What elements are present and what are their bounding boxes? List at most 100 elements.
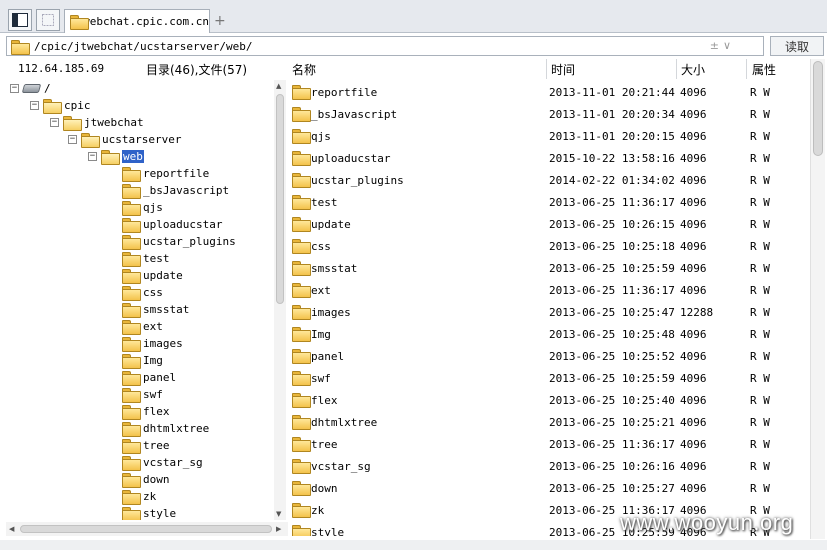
tree-node-ext[interactable]: ext [122, 318, 163, 335]
tree-node-label: vcstar_sg [143, 456, 203, 469]
folder-icon [292, 437, 311, 452]
table-row[interactable]: ext 2013-06-25 11:36:17 4096 R W [288, 279, 808, 301]
folder-icon [292, 459, 311, 474]
tree-node-flex[interactable]: flex [122, 403, 170, 420]
file-size: 12288 [680, 306, 714, 319]
table-row[interactable]: _bsJavascript 2013-11-01 20:20:34 4096 R W [288, 103, 808, 125]
file-attr: R W [750, 130, 770, 143]
table-row[interactable]: css 2013-06-25 10:25:18 4096 R W [288, 235, 808, 257]
file-name: reportfile [311, 86, 378, 99]
collapse-icon[interactable]: − [68, 135, 77, 144]
table-row[interactable]: flex 2013-06-25 10:25:40 4096 R W [288, 389, 808, 411]
file-time: 2013-06-25 11:36:17 [549, 284, 675, 297]
table-row[interactable]: uploaducstar 2015-10-22 13:58:16 4096 R W [288, 147, 808, 169]
folder-icon [292, 415, 311, 430]
column-attr[interactable]: 属性 [752, 61, 776, 78]
tree-node-jtwebchat[interactable]: − jtwebchat [50, 114, 144, 131]
table-row[interactable]: qjs 2013-11-01 20:20:15 4096 R W [288, 125, 808, 147]
tree-node-root[interactable]: − / [10, 80, 51, 97]
table-row[interactable]: update 2013-06-25 10:26:15 4096 R W [288, 213, 808, 235]
column-size[interactable]: 大小 [681, 61, 705, 78]
folder-icon [292, 525, 311, 536]
table-row[interactable]: reportfile 2013-11-01 20:21:44 4096 R W [288, 81, 808, 103]
tree-node-dhtmlxtree[interactable]: dhtmlxtree [122, 420, 209, 437]
column-time[interactable]: 时间 [551, 61, 575, 78]
collapse-icon[interactable]: − [10, 84, 19, 93]
file-name: zk [311, 504, 325, 517]
file-name: flex [311, 394, 338, 407]
list-header: 112.64.185.69 目录(46),文件(57) 名称 时间 大小 属性 [0, 59, 827, 79]
tree-node-smsstat[interactable]: smsstat [122, 301, 189, 318]
tree-vertical-scrollbar[interactable]: ▲ ▼ [274, 80, 286, 520]
column-divider[interactable] [676, 59, 677, 79]
plus-minus-icon[interactable]: ± [710, 39, 719, 52]
scroll-left-icon[interactable]: ◀ [9, 525, 14, 533]
tree-node-panel[interactable]: panel [122, 369, 176, 386]
chevron-down-icon[interactable]: ∨ [723, 39, 731, 52]
tree-node-qjs[interactable]: qjs [122, 199, 163, 216]
tree-node-label: test [143, 252, 170, 265]
folder-icon [292, 151, 311, 166]
tree-node-update[interactable]: update [122, 267, 183, 284]
scroll-thumb[interactable] [813, 61, 823, 156]
path-input[interactable]: /cpic/jtwebchat/ucstarserver/web/ ± ∨ [6, 36, 764, 56]
tree-node-swf[interactable]: swf [122, 386, 163, 403]
table-row[interactable]: swf 2013-06-25 10:25:59 4096 R W [288, 367, 808, 389]
folder-icon [122, 269, 141, 284]
tree-node-uploaducstar[interactable]: uploaducstar [122, 216, 222, 233]
tab-webchat[interactable]: webchat.cpic.com.cn [64, 9, 210, 33]
file-list-scrollbar[interactable] [810, 59, 825, 539]
scroll-thumb[interactable] [276, 94, 284, 304]
tree-node-cpic[interactable]: − cpic [30, 97, 91, 114]
folder-icon [122, 354, 141, 369]
tree-node-zk[interactable]: zk [122, 488, 156, 505]
tree-node-ucstarserver[interactable]: − ucstarserver [68, 131, 181, 148]
tree-node-label: update [143, 269, 183, 282]
scroll-right-icon[interactable]: ▶ [276, 525, 281, 533]
table-row[interactable]: smsstat 2013-06-25 10:25:59 4096 R W [288, 257, 808, 279]
collapse-icon[interactable]: − [50, 118, 59, 127]
tab-groups-button[interactable] [36, 9, 60, 31]
file-name: down [311, 482, 338, 495]
tree-node-img[interactable]: Img [122, 352, 163, 369]
collapse-icon[interactable]: − [88, 152, 97, 161]
collapse-icon[interactable]: − [30, 101, 39, 110]
column-name[interactable]: 名称 [292, 61, 316, 78]
tree-horizontal-scrollbar[interactable]: ◀ ▶ [6, 522, 288, 536]
file-attr: R W [750, 108, 770, 121]
tree-node-label: tree [143, 439, 170, 452]
tree-node-css[interactable]: css [122, 284, 163, 301]
tree-node-test[interactable]: test [122, 250, 170, 267]
folder-icon [122, 456, 141, 471]
table-row[interactable]: ucstar_plugins 2014-02-22 01:34:02 4096 R W [288, 169, 808, 191]
table-row[interactable]: vcstar_sg 2013-06-25 10:26:16 4096 R W [288, 455, 808, 477]
file-size: 4096 [680, 372, 707, 385]
table-row[interactable]: tree 2013-06-25 11:36:17 4096 R W [288, 433, 808, 455]
scroll-up-icon[interactable]: ▲ [276, 82, 281, 90]
scroll-down-icon[interactable]: ▼ [276, 510, 281, 518]
sidebar-toggle-button[interactable] [8, 9, 32, 31]
tree-node-bsjavascript[interactable]: _bsJavascript [122, 182, 229, 199]
tree-node-ucstar-plugins[interactable]: ucstar_plugins [122, 233, 236, 250]
tree-node-tree[interactable]: tree [122, 437, 170, 454]
read-button[interactable]: 读取 [770, 36, 824, 56]
table-row[interactable]: Img 2013-06-25 10:25:48 4096 R W [288, 323, 808, 345]
column-divider[interactable] [746, 59, 747, 79]
new-tab-button[interactable]: + [214, 13, 226, 29]
scroll-thumb[interactable] [20, 525, 272, 533]
table-row[interactable]: dhtmlxtree 2013-06-25 10:25:21 4096 R W [288, 411, 808, 433]
file-attr: R W [750, 328, 770, 341]
tree-node-label: ucstar_plugins [143, 235, 236, 248]
table-row[interactable]: test 2013-06-25 11:36:17 4096 R W [288, 191, 808, 213]
tree-node-web[interactable]: − web [88, 148, 144, 165]
tree-node-images[interactable]: images [122, 335, 183, 352]
file-time: 2013-06-25 10:25:59 [549, 372, 675, 385]
tree-node-reportfile[interactable]: reportfile [122, 165, 209, 182]
table-row[interactable]: down 2013-06-25 10:25:27 4096 R W [288, 477, 808, 499]
tree-node-vcstar-sg[interactable]: vcstar_sg [122, 454, 203, 471]
column-divider[interactable] [546, 59, 547, 79]
table-row[interactable]: panel 2013-06-25 10:25:52 4096 R W [288, 345, 808, 367]
tree-node-style[interactable]: style [122, 505, 176, 520]
tree-node-down[interactable]: down [122, 471, 170, 488]
table-row[interactable]: images 2013-06-25 10:25:47 12288 R W [288, 301, 808, 323]
